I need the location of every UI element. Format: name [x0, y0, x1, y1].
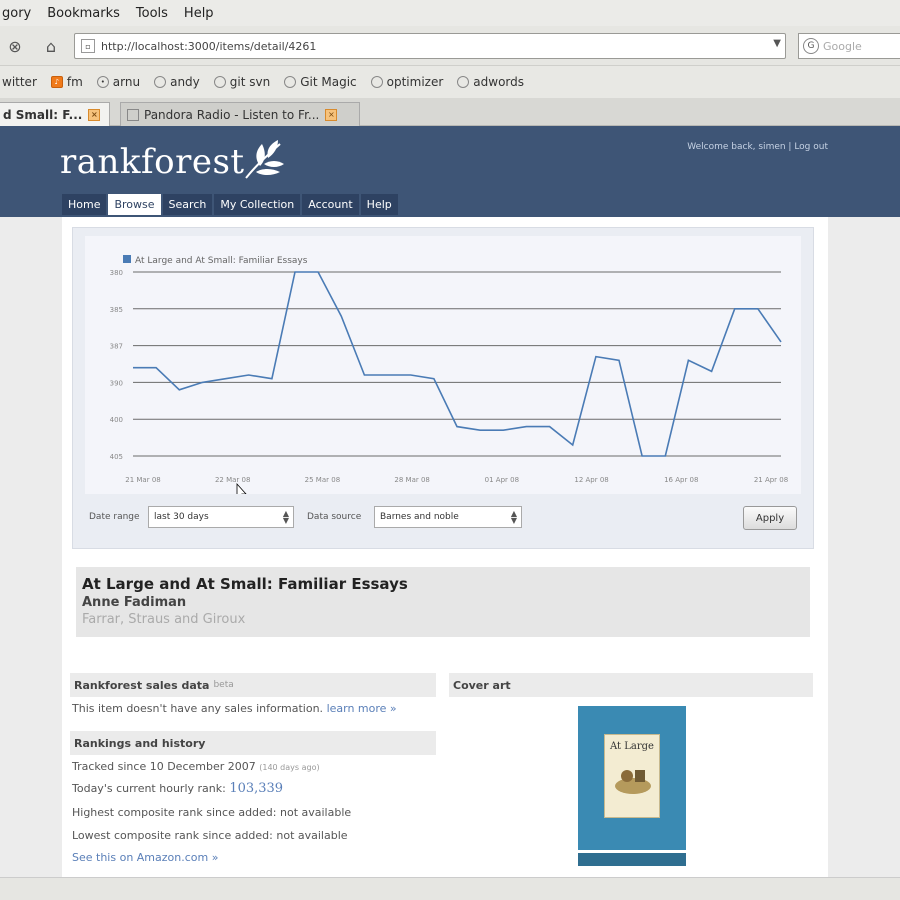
nav-search[interactable]: Search [162, 194, 213, 215]
bookmark-adwords[interactable]: adwords [457, 75, 524, 89]
home-icon[interactable]: ⌂ [40, 35, 62, 57]
sales-data-heading: Rankforest sales data beta [70, 673, 436, 697]
cover-band [578, 850, 686, 866]
site-identity-icon[interactable]: ▫ [81, 39, 95, 53]
rank-series-line [133, 271, 782, 457]
cover-art-heading: Cover art [449, 673, 813, 697]
navigation-toolbar: ⊗ ⌂ ▫ http://localhost:3000/items/detail… [0, 26, 900, 66]
date-range-select[interactable]: last 30 days ▲ ▼ [148, 506, 294, 528]
bookmark-optimizer[interactable]: optimizer [370, 75, 443, 89]
select-arrows-icon: ▲ ▼ [282, 509, 289, 525]
search-placeholder: Google [823, 39, 862, 53]
rank-chart: At Large and At Small: Familiar Essays 38… [85, 236, 801, 502]
x-tick-label: 12 Apr 08 [574, 476, 608, 484]
bookmark-arnu[interactable]: • arnu [96, 75, 140, 89]
url-text: http://localhost:3000/items/detail/4261 [101, 39, 317, 53]
bookmark-git-magic[interactable]: Git Magic [284, 75, 357, 89]
page-icon [127, 108, 139, 121]
x-tick-label: 01 Apr 08 [485, 476, 519, 484]
tab-at-large[interactable]: d Small: F... × [0, 102, 110, 126]
bookmarks-toolbar: witter ♪ fm • arnu andy git svn Git Magic … [0, 66, 900, 98]
chart-controls: Date range last 30 days ▲ ▼ Data source B… [73, 498, 815, 548]
amazon-link[interactable]: See this on Amazon.com » [72, 851, 218, 864]
page-icon [457, 76, 470, 88]
legend-swatch [123, 255, 131, 263]
cover-drawing-icon [615, 770, 651, 794]
bookmark-twitter[interactable]: witter [2, 75, 37, 89]
x-tick-label: 21 Mar 08 [125, 476, 160, 484]
nav-home[interactable]: Home [62, 194, 107, 215]
site-header: rankforest Welcome back, simen | Log out… [0, 126, 900, 217]
tab-pandora[interactable]: Pandora Radio - Listen to Fr... × [120, 102, 360, 126]
tracked-since-line: Tracked since 10 December 2007 (140 days… [72, 760, 320, 773]
rank-chart-panel: At Large and At Small: Familiar Essays 38… [72, 227, 814, 549]
stop-icon[interactable]: ⊗ [4, 35, 26, 57]
x-tick-label: 22 Mar 08 [215, 476, 250, 484]
status-bar [0, 877, 900, 900]
page-icon [370, 76, 383, 88]
page-content: At Large and At Small: Familiar Essays 38… [62, 217, 828, 877]
x-tick-label: 21 Apr 08 [754, 476, 788, 484]
pin-icon: • [96, 76, 109, 88]
mouse-cursor-icon [236, 482, 247, 502]
nav-browse[interactable]: Browse [108, 194, 161, 215]
site-logo[interactable]: rankforest [60, 142, 245, 182]
menu-item-tools[interactable]: Tools [136, 6, 168, 21]
legend-label: At Large and At Small: Familiar Essays [135, 256, 308, 266]
lastfm-icon: ♪ [50, 76, 63, 88]
data-source-label: Data source [307, 512, 362, 522]
bookmark-lastfm[interactable]: ♪ fm [50, 75, 83, 89]
nav-help[interactable]: Help [360, 194, 398, 215]
highest-rank-line: Highest composite rank since added: not … [72, 806, 352, 819]
y-tick-label: 387 [110, 343, 123, 351]
google-icon[interactable]: G [803, 38, 819, 54]
page-icon [213, 76, 226, 88]
url-bar[interactable]: ▫ http://localhost:3000/items/detail/426… [74, 33, 786, 59]
book-title: At Large and At Small: Familiar Essays [82, 575, 408, 593]
sales-info-line: This item doesn't have any sales informa… [72, 702, 397, 715]
close-icon[interactable]: × [88, 108, 101, 121]
close-icon[interactable]: × [325, 108, 338, 121]
y-tick-label: 390 [110, 379, 123, 387]
learn-more-link[interactable]: learn more » [327, 702, 397, 715]
y-tick-label: 400 [110, 416, 123, 424]
lowest-rank-line: Lowest composite rank since added: not a… [72, 829, 348, 842]
apply-button[interactable]: Apply [743, 506, 797, 530]
menu-item-bookmarks[interactable]: Bookmarks [47, 6, 120, 21]
rankings-heading: Rankings and history [70, 731, 436, 755]
search-bar[interactable]: G Google [798, 33, 900, 59]
rank-chart-svg: At Large and At Small: Familiar Essays 38… [110, 255, 788, 502]
x-tick-label: 28 Mar 08 [394, 476, 429, 484]
bookmark-git-svn[interactable]: git svn [213, 75, 270, 89]
site-nav: Home Browse Search My Collection Account… [62, 194, 398, 215]
page-icon [154, 76, 167, 88]
current-rank-value: 103,339 [229, 781, 284, 796]
menu-item-help[interactable]: Help [184, 6, 214, 21]
select-arrows-icon: ▲ ▼ [510, 509, 517, 525]
book-title-block: At Large and At Small: Familiar Essays A… [76, 567, 810, 637]
y-tick-label: 405 [110, 453, 123, 461]
y-tick-label: 385 [110, 306, 123, 314]
menu-item-history[interactable]: gory [2, 6, 31, 21]
cover-title: At Large [610, 741, 654, 752]
x-tick-label: 25 Mar 08 [305, 476, 340, 484]
menu-bar: gory Bookmarks Tools Help [0, 0, 900, 26]
nav-account[interactable]: Account [302, 194, 359, 215]
cover-illustration: At Large [604, 734, 660, 818]
date-range-label: Date range [89, 512, 140, 522]
tab-strip: d Small: F... × Pandora Radio - Listen t… [0, 98, 900, 126]
current-rank-line: Today's current hourly rank: 103,339 [72, 781, 284, 796]
page-icon [284, 76, 297, 88]
welcome-text: Welcome back, simen | Log out [687, 142, 828, 152]
nav-my-collection[interactable]: My Collection [214, 194, 301, 215]
book-publisher: Farrar, Straus and Giroux [82, 612, 246, 627]
data-source-select[interactable]: Barnes and noble ▲ ▼ [374, 506, 522, 528]
y-tick-label: 380 [110, 269, 123, 277]
book-author[interactable]: Anne Fadiman [82, 595, 804, 610]
cover-image[interactable]: At Large [578, 706, 686, 866]
bookmark-andy[interactable]: andy [154, 75, 200, 89]
leaf-icon [245, 140, 284, 179]
url-dropdown-icon[interactable]: ▼ [773, 38, 781, 49]
x-tick-label: 16 Apr 08 [664, 476, 698, 484]
